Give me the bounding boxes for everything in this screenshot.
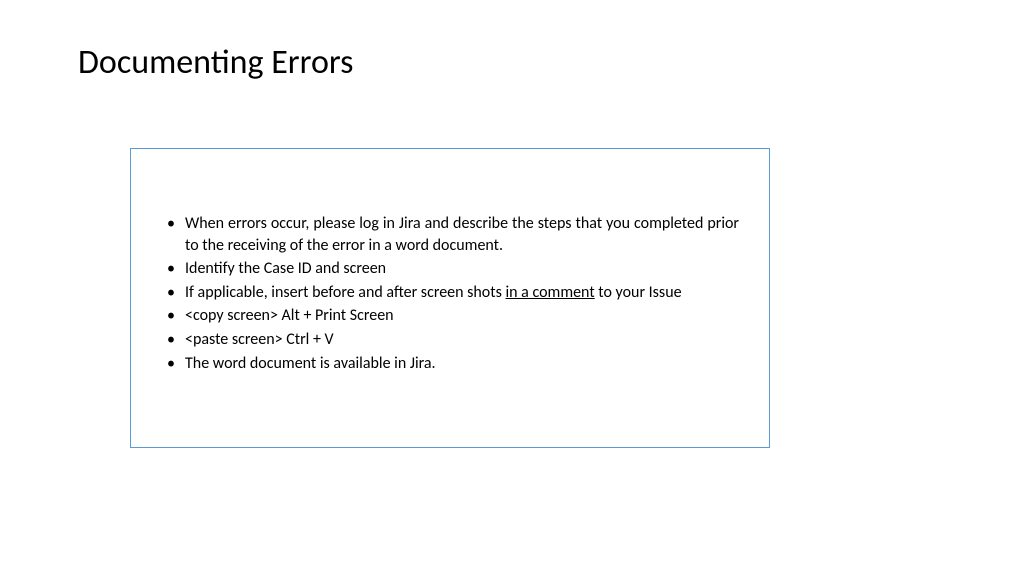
list-item: When errors occur, please log in Jira an… [161, 213, 739, 256]
bullet-text: <copy screen> Alt + Print Screen [185, 306, 394, 325]
list-item: <paste screen> Ctrl + V [161, 329, 739, 351]
bullet-text: Identify the Case ID and screen [185, 259, 386, 278]
bullet-underline: in a comment [505, 283, 594, 302]
list-item: Identify the Case ID and screen [161, 258, 739, 280]
bullet-list: When errors occur, please log in Jira an… [161, 213, 739, 374]
bullet-text: The word document is available in Jira. [185, 354, 436, 373]
content-box: When errors occur, please log in Jira an… [130, 148, 770, 448]
bullet-text: <paste screen> Ctrl + V [185, 330, 334, 349]
list-item: <copy screen> Alt + Print Screen [161, 305, 739, 327]
list-item: The word document is available in Jira. [161, 353, 739, 375]
bullet-text: If applicable, insert before and after s… [185, 283, 505, 302]
slide-title: Documenting Errors [78, 42, 353, 83]
bullet-text: When errors occur, please log in Jira an… [185, 214, 739, 255]
bullet-text-post: to your Issue [595, 283, 682, 302]
list-item: If applicable, insert before and after s… [161, 282, 739, 304]
